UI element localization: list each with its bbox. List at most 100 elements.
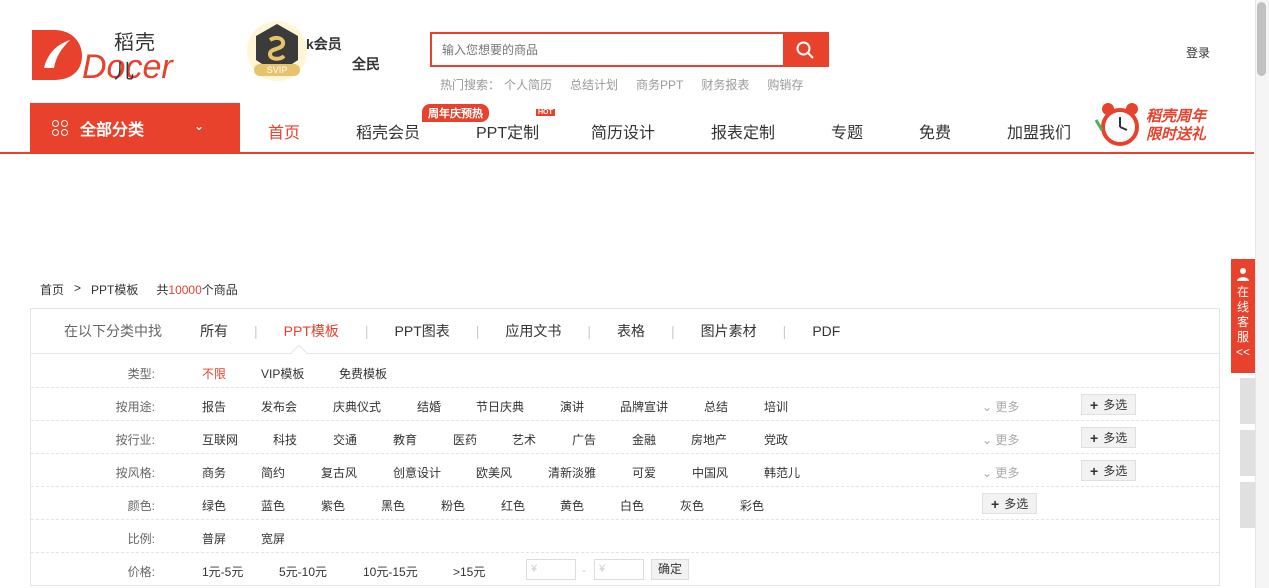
filter-option[interactable]: 宽屏 bbox=[261, 530, 285, 547]
breadcrumb: 首页 > PPT模板 共10000个商品 bbox=[40, 281, 238, 298]
filter-option[interactable]: 黑色 bbox=[381, 497, 405, 514]
breadcrumb-current[interactable]: PPT模板 bbox=[91, 281, 138, 298]
filter-option[interactable]: 不限 bbox=[202, 365, 226, 382]
filter-option[interactable]: 蓝色 bbox=[261, 497, 285, 514]
hot-search-item[interactable]: 购销存 bbox=[767, 76, 803, 93]
tab-ppt-templates[interactable]: PPT模板 bbox=[280, 321, 343, 341]
nav-free[interactable]: 免费 bbox=[919, 119, 951, 143]
more-toggle[interactable]: ⌄ 更多 bbox=[982, 464, 1019, 481]
multi-select-button[interactable]: + 多选 bbox=[1081, 460, 1137, 481]
filter-option[interactable]: 房地产 bbox=[691, 431, 727, 448]
hot-search-item[interactable]: 商务PPT bbox=[636, 76, 683, 93]
filter-option[interactable]: 1元-5元 bbox=[202, 563, 243, 580]
filter-option[interactable]: >15元 bbox=[453, 563, 485, 580]
alarm-clock-icon bbox=[1094, 103, 1139, 146]
filter-option[interactable]: 科技 bbox=[273, 431, 297, 448]
filter-option[interactable]: 党政 bbox=[764, 431, 788, 448]
filter-option[interactable]: 粉色 bbox=[441, 497, 465, 514]
plus-icon: + bbox=[991, 495, 1000, 512]
tab-all[interactable]: 所有 bbox=[196, 321, 232, 341]
filter-option[interactable]: 10元-15元 bbox=[363, 563, 418, 580]
filter-option[interactable]: 演讲 bbox=[560, 398, 584, 415]
filter-option[interactable]: 医药 bbox=[453, 431, 477, 448]
nav-topics[interactable]: 专题 bbox=[831, 119, 863, 143]
filter-key: 按行业: bbox=[115, 433, 155, 447]
filter-option[interactable]: 庆典仪式 bbox=[333, 398, 381, 415]
price-min-input[interactable]: ¥ bbox=[526, 559, 576, 580]
nav-ppt-custom[interactable]: PPT定制 bbox=[476, 119, 539, 143]
multi-select-button[interactable]: + 多选 bbox=[1081, 394, 1137, 415]
tab-images[interactable]: 图片素材 bbox=[697, 321, 761, 341]
filter-option[interactable]: 发布会 bbox=[261, 398, 297, 415]
price-confirm-button[interactable]: 确定 bbox=[651, 559, 690, 580]
anniversary-promo[interactable]: 稻壳周年 限时送礼 bbox=[1094, 100, 1224, 148]
filter-option[interactable]: 简约 bbox=[261, 464, 285, 481]
scrollbar[interactable] bbox=[1255, 0, 1269, 588]
price-max-input[interactable]: ¥ bbox=[594, 559, 644, 580]
multi-select-button[interactable]: + 多选 bbox=[982, 493, 1038, 514]
nav-report-custom[interactable]: 报表定制 bbox=[711, 119, 775, 143]
filter-option[interactable]: 培训 bbox=[764, 398, 788, 415]
nav-docer-vip[interactable]: 稻壳会员 bbox=[356, 119, 420, 143]
filter-option[interactable]: 灰色 bbox=[680, 497, 704, 514]
filter-option[interactable]: 互联网 bbox=[202, 431, 238, 448]
vip-promo-text-2[interactable]: 全民 bbox=[352, 54, 380, 74]
filter-option[interactable]: 创意设计 bbox=[393, 464, 441, 481]
filter-option[interactable]: 金融 bbox=[632, 431, 656, 448]
filter-option[interactable]: 可爱 bbox=[632, 464, 656, 481]
filter-option[interactable]: 黄色 bbox=[560, 497, 584, 514]
collapse-icon[interactable]: << bbox=[1231, 345, 1255, 360]
grid-icon bbox=[52, 120, 68, 136]
search-input[interactable] bbox=[432, 34, 782, 65]
filter-option[interactable]: 结婚 bbox=[417, 398, 441, 415]
all-categories-label: 全部分类 bbox=[80, 122, 145, 139]
hot-search-item[interactable]: 个人简历 bbox=[504, 76, 552, 93]
svip-icon[interactable]: SVIP bbox=[246, 20, 308, 82]
tab-pdf[interactable]: PDF bbox=[808, 323, 844, 339]
nav-home[interactable]: 首页 bbox=[268, 119, 300, 143]
filter-option[interactable]: 紫色 bbox=[321, 497, 345, 514]
online-service-button[interactable]: 在线客服 << bbox=[1231, 259, 1255, 373]
login-link[interactable]: 登录 bbox=[1186, 44, 1210, 61]
filter-option[interactable]: VIP模板 bbox=[261, 365, 304, 382]
scrollbar-thumb[interactable] bbox=[1257, 2, 1266, 76]
more-toggle[interactable]: ⌄ 更多 bbox=[982, 431, 1019, 448]
category-tabs-label: 在以下分类中找 bbox=[64, 323, 162, 339]
filter-option[interactable]: 报告 bbox=[202, 398, 226, 415]
filter-option[interactable]: 教育 bbox=[393, 431, 417, 448]
filter-option[interactable]: 复古风 bbox=[321, 464, 357, 481]
filter-option[interactable]: 欧美风 bbox=[476, 464, 512, 481]
more-toggle[interactable]: ⌄ 更多 bbox=[982, 398, 1019, 415]
breadcrumb-home[interactable]: 首页 bbox=[40, 281, 64, 298]
svg-text:SVIP: SVIP bbox=[267, 65, 288, 75]
nav-join-us[interactable]: 加盟我们 bbox=[1007, 119, 1071, 143]
filter-option[interactable]: 普屏 bbox=[202, 530, 226, 547]
filter-option[interactable]: 韩范儿 bbox=[764, 464, 800, 481]
hot-search-item[interactable]: 财务报表 bbox=[701, 76, 749, 93]
filter-option[interactable]: 品牌宣讲 bbox=[620, 398, 668, 415]
filter-option[interactable]: 清新淡雅 bbox=[548, 464, 596, 481]
filter-option[interactable]: 广告 bbox=[572, 431, 596, 448]
hot-search-item[interactable]: 总结计划 bbox=[570, 76, 618, 93]
filter-option[interactable]: 商务 bbox=[202, 464, 226, 481]
filter-option[interactable]: 红色 bbox=[501, 497, 525, 514]
filter-option[interactable]: 彩色 bbox=[740, 497, 764, 514]
filter-option[interactable]: 5元-10元 bbox=[279, 563, 327, 580]
docer-logo[interactable]: Docer 稻壳儿 bbox=[30, 22, 175, 84]
tab-documents[interactable]: 应用文书 bbox=[501, 321, 565, 341]
filter-option[interactable]: 艺术 bbox=[512, 431, 536, 448]
tab-spreadsheets[interactable]: 表格 bbox=[613, 321, 649, 341]
vip-promo-text[interactable]: k会员 bbox=[306, 34, 342, 54]
filter-option[interactable]: 交通 bbox=[333, 431, 357, 448]
search-button[interactable] bbox=[783, 34, 827, 65]
nav-resume-design[interactable]: 简历设计 bbox=[591, 119, 655, 143]
filter-option[interactable]: 节日庆典 bbox=[476, 398, 524, 415]
filter-option[interactable]: 白色 bbox=[620, 497, 644, 514]
all-categories-button[interactable]: 全部分类 ⌄ bbox=[30, 103, 240, 153]
multi-select-button[interactable]: + 多选 bbox=[1081, 427, 1137, 448]
filter-option[interactable]: 免费模板 bbox=[339, 365, 387, 382]
filter-option[interactable]: 总结 bbox=[704, 398, 728, 415]
filter-option[interactable]: 绿色 bbox=[202, 497, 226, 514]
tab-ppt-charts[interactable]: PPT图表 bbox=[391, 321, 454, 341]
filter-option[interactable]: 中国风 bbox=[692, 464, 728, 481]
